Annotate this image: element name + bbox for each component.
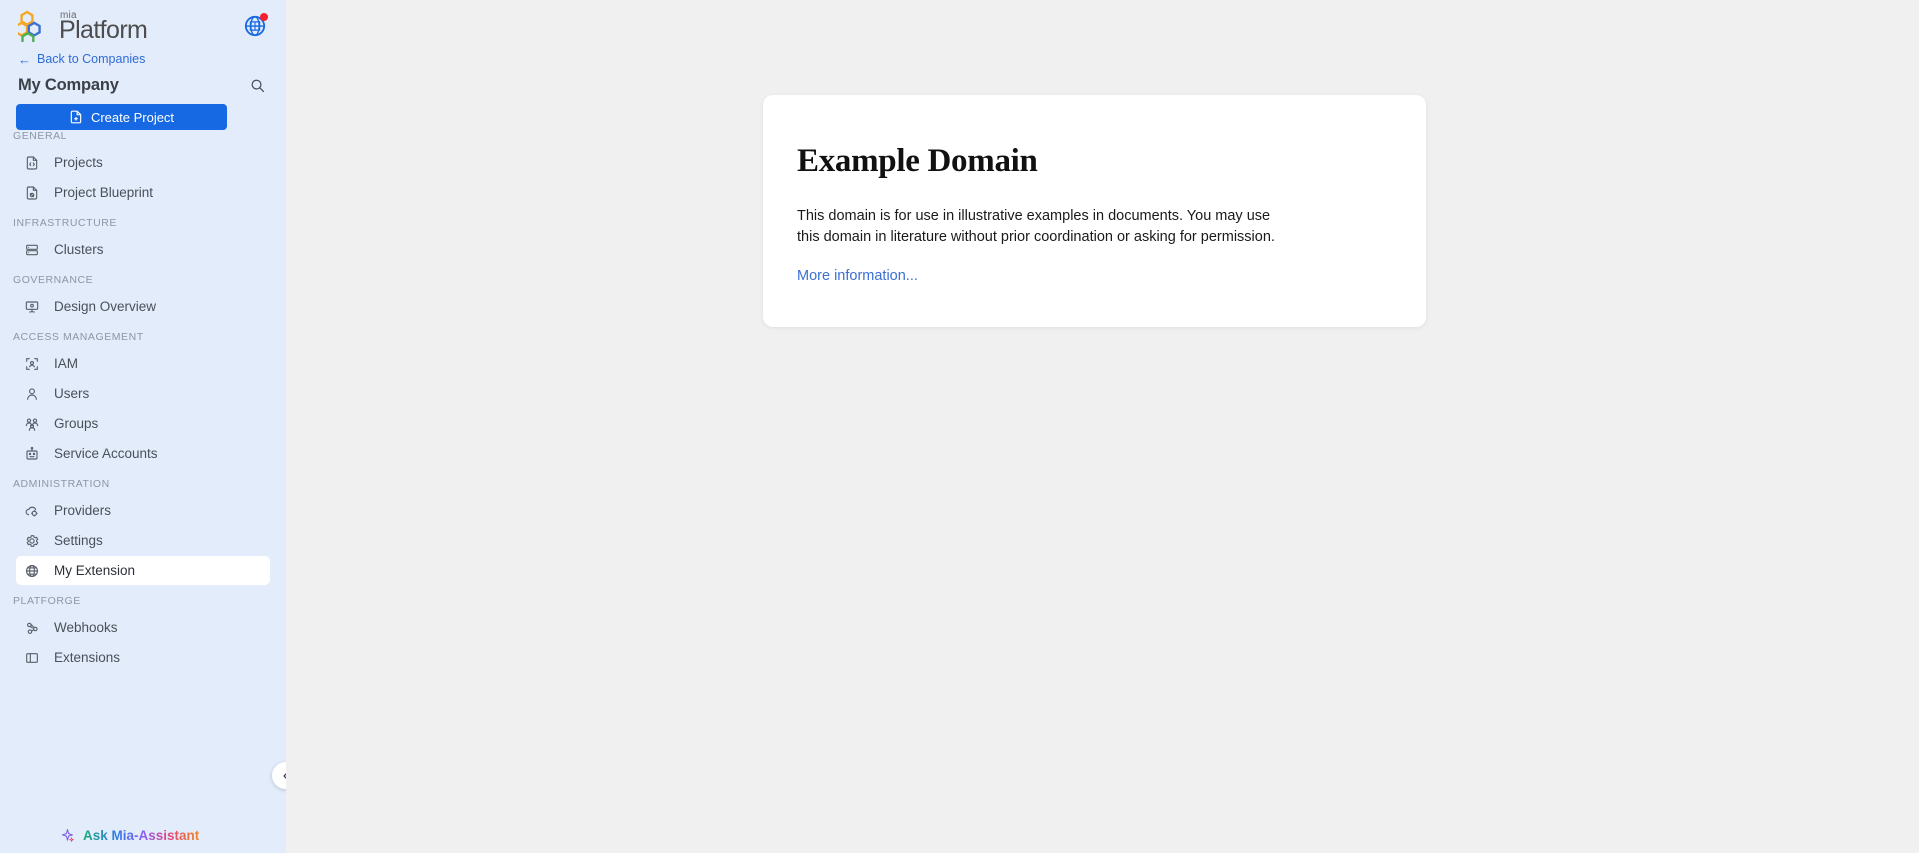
create-project-button[interactable]: Create Project: [16, 104, 227, 130]
logo-platform-text: Platform: [59, 16, 148, 45]
nav-group-label-administration: ADMINISTRATION: [13, 478, 110, 490]
user-icon: [24, 386, 40, 402]
arrow-left-icon: ←: [18, 51, 31, 67]
notification-dot: [260, 13, 268, 21]
nav-group-label-governance: GOVERNANCE: [13, 274, 94, 286]
mia-platform-logo[interactable]: mia Platform: [18, 10, 148, 45]
globe-icon: [24, 563, 40, 579]
back-to-companies-link[interactable]: ← Back to Companies: [0, 48, 286, 68]
nav-group-label-platforge: PLATFORGE: [13, 595, 81, 607]
create-project-label: Create Project: [90, 109, 175, 125]
blueprint-icon: [24, 185, 40, 201]
sidebar-item-label: Users: [54, 386, 90, 401]
sidebar-item-label: Providers: [54, 503, 112, 518]
example-domain-card: Example Domain This domain is for use in…: [763, 95, 1426, 327]
presentation-icon: [24, 299, 40, 315]
user-scan-icon: [24, 356, 40, 372]
chevron-left-icon: [282, 772, 286, 779]
sidebar-item-label: Projects: [54, 155, 103, 170]
sidebar-item-service-accounts[interactable]: Service Accounts: [16, 439, 270, 468]
company-name: My Company: [18, 75, 119, 94]
code-file-icon: [24, 155, 40, 171]
gear-icon: [24, 533, 40, 549]
ask-mia-assistant-label: Ask Mia-Assistant: [83, 828, 200, 843]
logo-hexagons-icon: [18, 10, 41, 42]
panel-icon: [24, 650, 40, 666]
sidebar-item-label: Clusters: [54, 242, 104, 257]
search-glyph: [251, 79, 264, 92]
sidebar-item-iam[interactable]: IAM: [16, 349, 270, 378]
sidebar-item-extensions[interactable]: Extensions: [16, 643, 270, 672]
sidebar-header: mia Platform: [0, 0, 286, 48]
file-plus-icon: [70, 110, 82, 124]
sidebar-nav: GENERAL Projects Project Blueprint INFRASTR…: [0, 130, 286, 822]
nav-group-label-access-management: ACCESS MANAGEMENT: [13, 331, 144, 343]
sidebar-item-label: Settings: [54, 533, 103, 548]
ask-mia-assistant-button[interactable]: Ask Mia-Assistant: [0, 822, 286, 853]
main-content: Example Domain This domain is for use in…: [286, 0, 1919, 853]
sidebar-item-users[interactable]: Users: [16, 379, 270, 408]
webhook-icon: [24, 620, 40, 636]
globe-grid-icon[interactable]: [242, 13, 268, 39]
server-icon: [24, 242, 40, 258]
sidebar-item-label: Service Accounts: [54, 446, 158, 461]
sidebar-item-clusters[interactable]: Clusters: [16, 235, 270, 264]
sparkle-icon: [62, 829, 74, 842]
search-icon[interactable]: [246, 74, 268, 96]
sidebar-item-label: Extensions: [54, 650, 121, 665]
sidebar-item-label: Project Blueprint: [54, 185, 154, 200]
sidebar-item-webhooks[interactable]: Webhooks: [16, 613, 270, 642]
app-root: mia Platform ← Back to Companies My Comp…: [0, 0, 1919, 853]
cloud-gear-icon: [24, 503, 40, 519]
users-group-icon: [24, 416, 40, 432]
sidebar-item-design-overview[interactable]: Design Overview: [16, 292, 270, 321]
nav-group-label-general: GENERAL: [13, 130, 68, 142]
sidebar-item-label: Webhooks: [54, 620, 118, 635]
nav-group-label-infrastructure: INFRASTRUCTURE: [13, 217, 117, 229]
sidebar-item-label: Design Overview: [54, 299, 157, 314]
sidebar-item-groups[interactable]: Groups: [16, 409, 270, 438]
sidebar-item-label: My Extension: [54, 563, 136, 578]
sidebar-item-label: Groups: [54, 416, 99, 431]
more-information-link[interactable]: More information...: [797, 268, 918, 284]
sidebar-item-my-extension[interactable]: My Extension: [16, 556, 270, 585]
sidebar-item-projects[interactable]: Projects: [16, 148, 270, 177]
sidebar-item-settings[interactable]: Settings: [16, 526, 270, 555]
card-body-text: This domain is for use in illustrative e…: [797, 208, 1275, 245]
sidebar-item-project-blueprint[interactable]: Project Blueprint: [16, 178, 270, 207]
robot-icon: [24, 446, 40, 462]
back-to-companies-label: Back to Companies: [37, 52, 146, 66]
sidebar-item-providers[interactable]: Providers: [16, 496, 270, 525]
sidebar: mia Platform ← Back to Companies My Comp…: [0, 0, 286, 853]
company-row: My Company: [0, 68, 286, 104]
sidebar-item-label: IAM: [54, 356, 79, 371]
page-title: Example Domain: [797, 143, 1038, 179]
